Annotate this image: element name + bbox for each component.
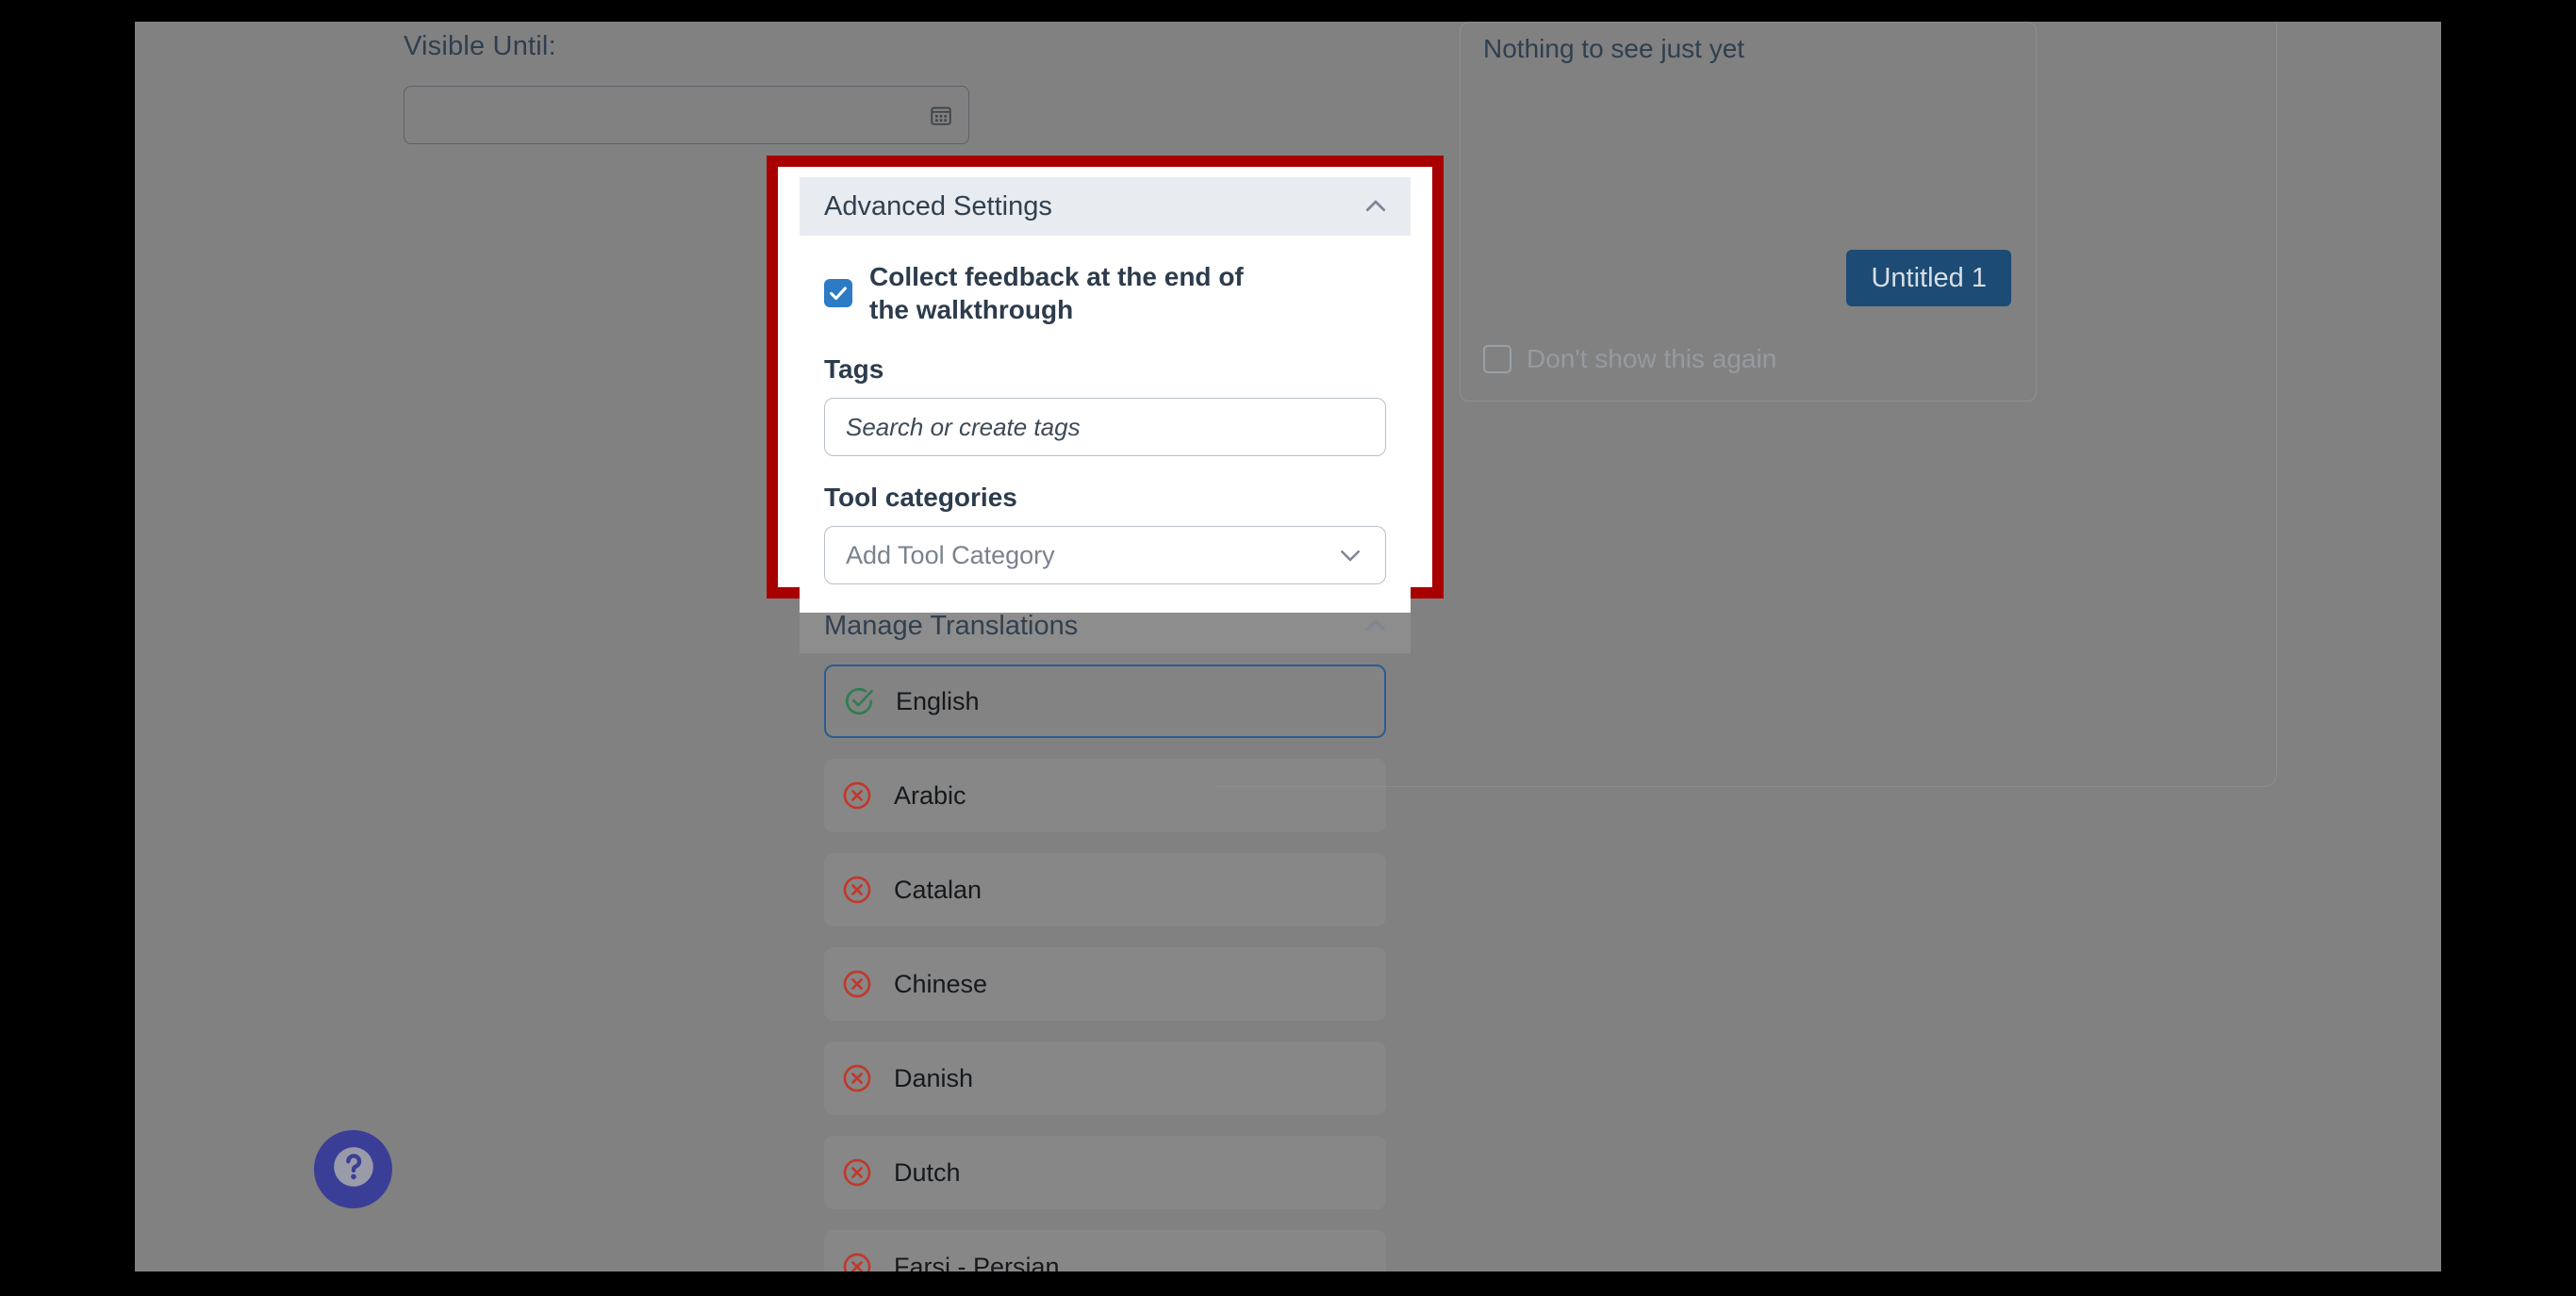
x-circle-icon — [841, 1062, 873, 1094]
language-name: Catalan — [894, 875, 983, 904]
language-row[interactable]: Catalan — [824, 853, 1386, 927]
language-row[interactable]: Danish — [824, 1042, 1386, 1115]
calendar-icon[interactable] — [929, 103, 953, 127]
dont-show-again-row[interactable]: Don't show this again — [1483, 344, 1776, 374]
tool-categories-select[interactable]: Add Tool Category — [824, 526, 1386, 584]
chevron-down-icon[interactable] — [1336, 541, 1364, 569]
language-name: Dutch — [894, 1157, 961, 1187]
dont-show-again-checkbox[interactable] — [1483, 345, 1511, 373]
walkthrough-settings-column: Visible Until: Advanced Settings Collect… — [366, 22, 1444, 1271]
language-row[interactable]: Farsi - Persian — [824, 1230, 1386, 1271]
language-name: Farsi - Persian — [894, 1252, 1060, 1272]
x-circle-icon — [841, 779, 873, 812]
chevron-up-icon[interactable] — [1362, 192, 1390, 221]
dont-show-again-label: Don't show this again — [1527, 344, 1777, 373]
language-name: English — [896, 686, 980, 715]
tool-categories-placeholder: Add Tool Category — [846, 540, 1055, 569]
tags-label: Tags — [824, 354, 884, 384]
x-circle-icon — [841, 968, 873, 1000]
preview-cta-button[interactable]: Untitled 1 — [1846, 250, 2011, 306]
preview-empty-text: Nothing to see just yet — [1483, 34, 1745, 63]
collect-feedback-row[interactable]: Collect feedback at the end of the walkt… — [824, 260, 1386, 326]
help-button[interactable] — [314, 1130, 392, 1208]
app-surface: Visible Until: Advanced Settings Collect… — [135, 22, 2441, 1271]
collect-feedback-checkbox[interactable] — [824, 279, 852, 307]
manage-translations-title: Manage Translations — [824, 610, 1079, 641]
advanced-settings-title: Advanced Settings — [824, 190, 1052, 221]
x-circle-icon — [841, 1251, 873, 1271]
visible-until-label: Visible Until: — [404, 31, 556, 61]
advanced-settings-header[interactable]: Advanced Settings — [800, 177, 1411, 236]
language-name: Danish — [894, 1063, 974, 1092]
advanced-settings-card: Advanced Settings Collect feedback at th… — [800, 177, 1411, 613]
preview-card: Nothing to see just yet Untitled 1 Don't… — [1460, 22, 2037, 402]
collect-feedback-label: Collect feedback at the end of the walkt… — [869, 262, 1244, 324]
tool-categories-label: Tool categories — [824, 483, 1017, 512]
check-circle-icon — [843, 685, 875, 717]
tags-input[interactable]: Search or create tags — [824, 398, 1386, 456]
language-name: Chinese — [894, 969, 988, 998]
language-name: Arabic — [894, 780, 966, 810]
x-circle-icon — [841, 1157, 873, 1189]
advanced-settings-body: Collect feedback at the end of the walkt… — [800, 236, 1411, 613]
tags-placeholder: Search or create tags — [846, 412, 1081, 441]
question-circle-icon — [330, 1143, 377, 1195]
x-circle-icon — [841, 874, 873, 906]
visible-until-input[interactable] — [404, 86, 969, 144]
language-row[interactable]: Dutch — [824, 1136, 1386, 1209]
language-row[interactable]: Chinese — [824, 947, 1386, 1021]
